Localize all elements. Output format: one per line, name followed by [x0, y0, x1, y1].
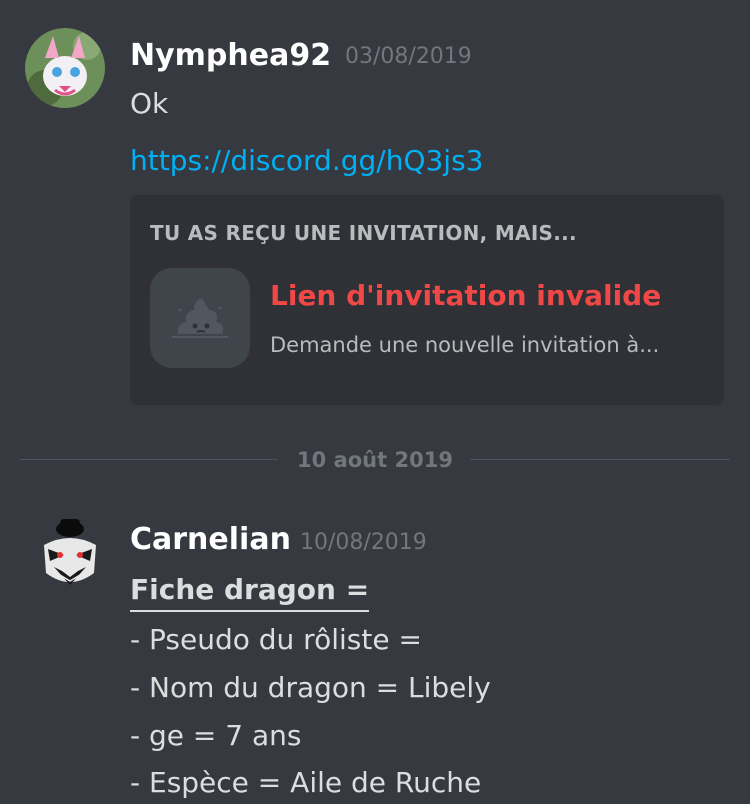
username-carnelian[interactable]: Carnelian [130, 522, 291, 558]
message-timestamp: 03/08/2019 [345, 44, 472, 69]
embed-header: TU AS REÇU UNE INVITATION, MAIS... [150, 221, 577, 245]
message-text: Ok [130, 87, 169, 120]
embed-subtitle: Demande une nouvelle invitation à... [270, 333, 660, 357]
poop-icon [150, 268, 250, 368]
message-line: - ge = 7 ans [130, 719, 302, 752]
invite-link[interactable]: https://discord.gg/hQ3js3 [130, 143, 484, 179]
divider-line-left [20, 459, 278, 460]
message-line: - Pseudo du rôliste = [130, 623, 422, 656]
divider-line-right [470, 459, 730, 460]
message-line: - Espèce = Aile de Ruche [130, 766, 482, 799]
message-line: - Nom du dragon = Libely [130, 671, 491, 704]
message-title: Fiche dragon = [130, 572, 370, 612]
message-timestamp: 10/08/2019 [300, 530, 427, 555]
avatar-nymphea92[interactable] [25, 28, 105, 108]
date-divider: 10 août 2019 [297, 448, 453, 472]
embed-title: Lien d'invitation invalide [270, 279, 662, 312]
avatar-carnelian[interactable] [30, 515, 110, 595]
username-nymphea92[interactable]: Nymphea92 [130, 38, 331, 74]
invite-embed: TU AS REÇU UNE INVITATION, MAIS... Lien … [130, 195, 724, 405]
